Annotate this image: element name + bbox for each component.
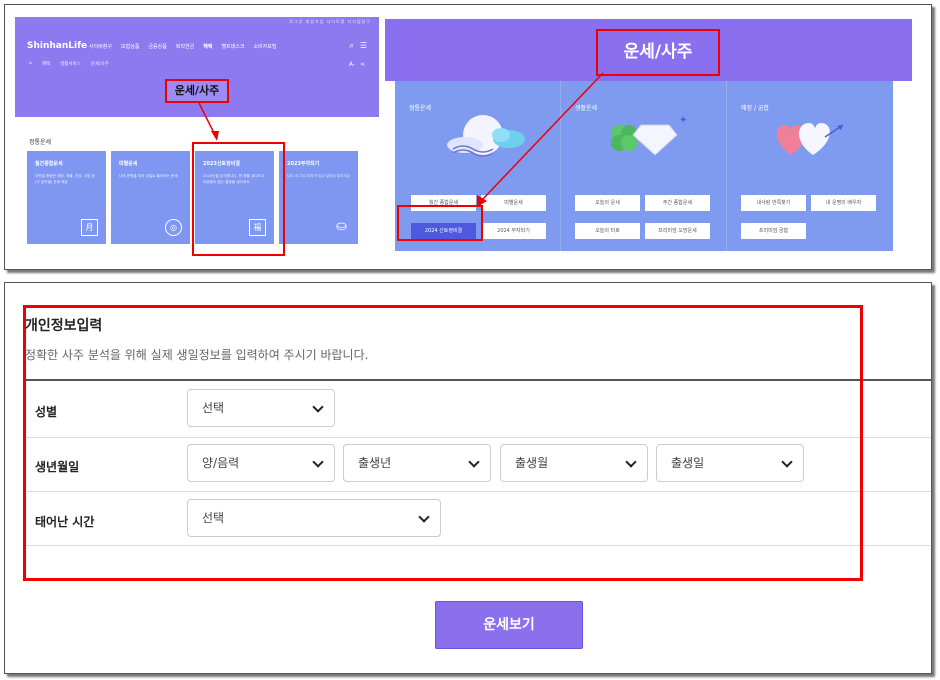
- top-screenshot-panel: 로그인 회원가입 사이트맵 디지털창구 ShinhanLife 사이버창구 보험…: [4, 4, 932, 270]
- highlight-box: [23, 305, 863, 581]
- annotation-arrows: [198, 72, 604, 207]
- view-fortune-button[interactable]: 운세보기: [435, 601, 583, 649]
- bottom-screenshot-panel: 개인정보입력 정확한 사주 분석을 위해 실제 생일정보를 입력하여 주시기 바…: [4, 282, 932, 674]
